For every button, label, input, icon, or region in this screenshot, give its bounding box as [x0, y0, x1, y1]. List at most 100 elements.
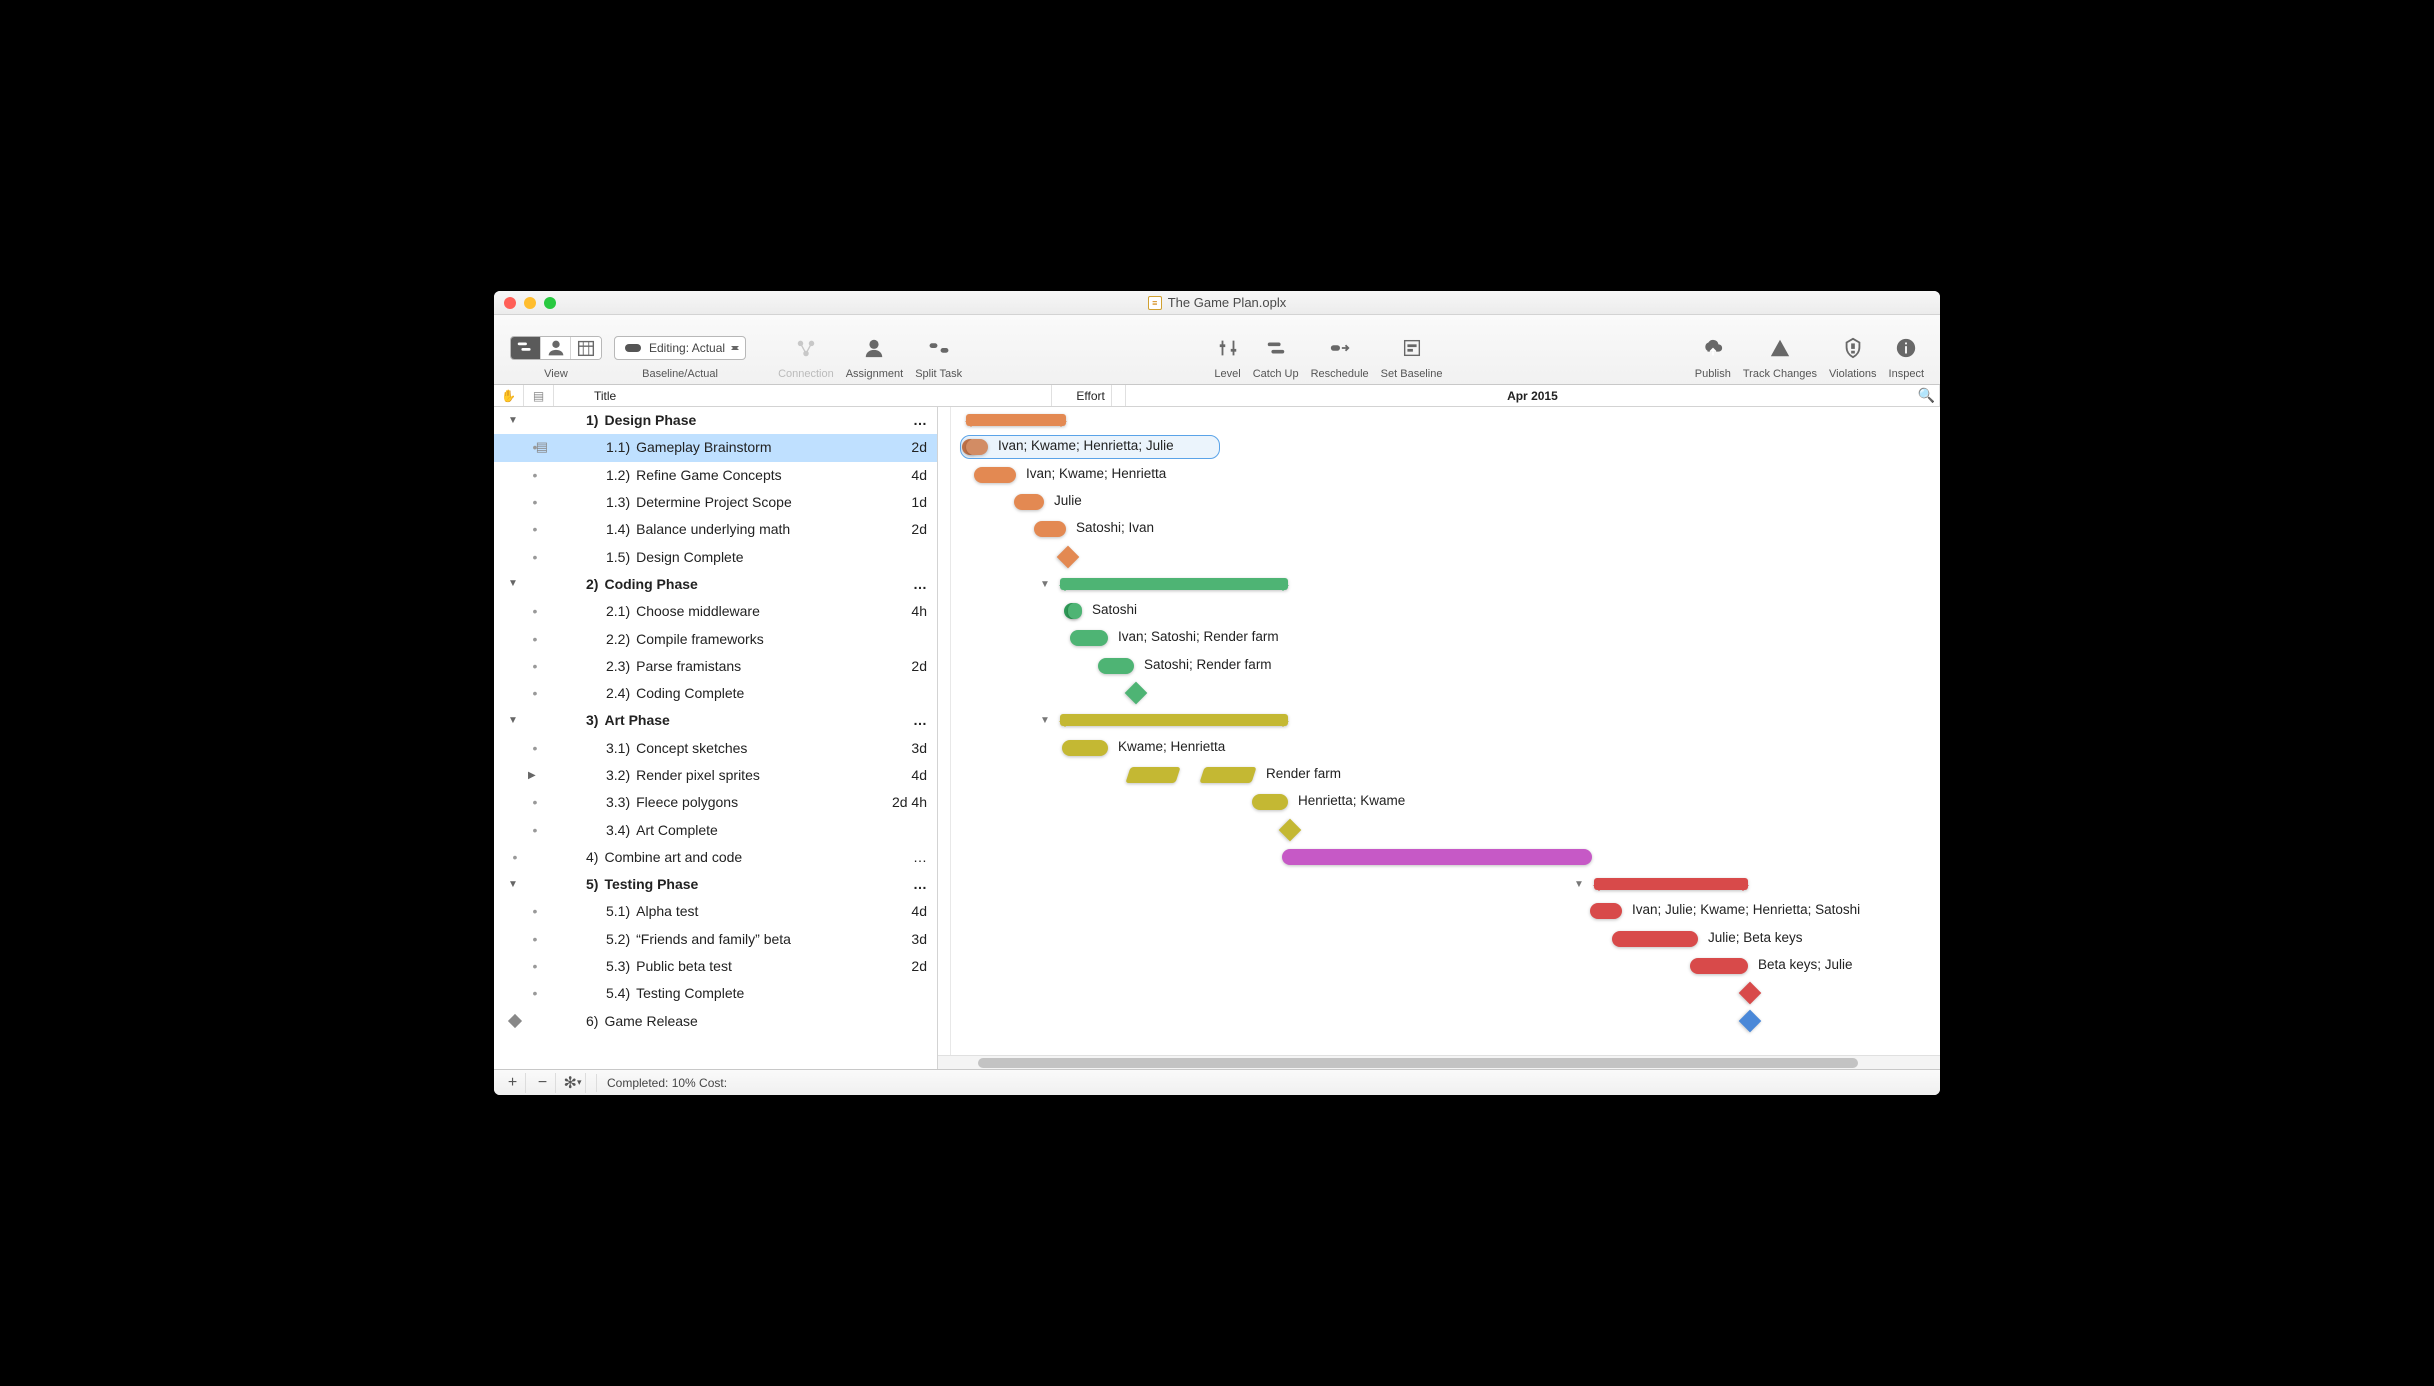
- task-bar[interactable]: [1282, 849, 1592, 865]
- action-menu-button[interactable]: ✻▾: [560, 1073, 586, 1093]
- assignment-icon[interactable]: [861, 335, 887, 361]
- row-effort[interactable]: 2d: [869, 521, 929, 537]
- outline-row[interactable]: •1.2)Refine Game Concepts4d: [494, 462, 937, 489]
- outline-row[interactable]: •5.1)Alpha test4d: [494, 898, 937, 925]
- effort-column-header[interactable]: Effort: [1052, 385, 1112, 406]
- row-effort[interactable]: 2d: [869, 958, 929, 974]
- outline-row[interactable]: •2.3)Parse framistans2d: [494, 653, 937, 680]
- group-disclosure-icon[interactable]: ▼: [1040, 579, 1050, 590]
- outline-row[interactable]: •5.3)Public beta test2d: [494, 953, 937, 980]
- gantt-scrollbar[interactable]: [938, 1055, 1940, 1069]
- row-effort[interactable]: 4d: [869, 467, 929, 483]
- row-effort[interactable]: 4d: [869, 903, 929, 919]
- row-effort[interactable]: …: [869, 849, 929, 865]
- group-disclosure-icon[interactable]: ▼: [1574, 879, 1584, 890]
- outline-row[interactable]: •4)Combine art and code…: [494, 844, 937, 871]
- group-bar[interactable]: [1060, 714, 1288, 726]
- row-title[interactable]: 5)Testing Phase: [554, 876, 869, 892]
- outline-row[interactable]: ▤•1.1)Gameplay Brainstorm2d: [494, 434, 937, 461]
- add-button[interactable]: +: [500, 1073, 526, 1093]
- disclosure-down-icon[interactable]: ▼: [508, 415, 518, 426]
- row-effort[interactable]: 3d: [869, 931, 929, 947]
- trackchanges-icon[interactable]: [1767, 335, 1793, 361]
- remove-button[interactable]: −: [530, 1073, 556, 1093]
- row-title[interactable]: 2.2)Compile frameworks: [554, 631, 869, 647]
- split-icon[interactable]: [926, 335, 952, 361]
- view-segmented[interactable]: [510, 336, 602, 360]
- milestone-diamond[interactable]: [1125, 682, 1148, 705]
- milestone-diamond[interactable]: [1057, 545, 1080, 568]
- row-title[interactable]: 4)Combine art and code: [554, 849, 869, 865]
- catchup-icon[interactable]: [1263, 335, 1289, 361]
- outline-row[interactable]: •2.4)Coding Complete: [494, 680, 937, 707]
- reschedule-icon[interactable]: [1327, 335, 1353, 361]
- setbaseline-icon[interactable]: [1399, 335, 1425, 361]
- row-effort[interactable]: …: [869, 412, 929, 428]
- row-effort[interactable]: …: [869, 712, 929, 728]
- outline-row[interactable]: •3.4)Art Complete: [494, 816, 937, 843]
- magnify-icon[interactable]: 🔍: [1918, 387, 1935, 404]
- row-title[interactable]: 3)Art Phase: [554, 712, 869, 728]
- task-bar[interactable]: [1014, 494, 1044, 510]
- group-bar[interactable]: [1594, 878, 1748, 890]
- row-effort[interactable]: …: [869, 576, 929, 592]
- outline-row[interactable]: ▼ 3)Art Phase…: [494, 707, 937, 734]
- outline-row[interactable]: ▼ 1)Design Phase…: [494, 407, 937, 434]
- row-effort[interactable]: 2d: [869, 658, 929, 674]
- row-title[interactable]: 5.2)“Friends and family” beta: [554, 931, 869, 947]
- outline-row[interactable]: •2.2)Compile frameworks: [494, 625, 937, 652]
- outline-row[interactable]: ▶ 3.2)Render pixel sprites4d: [494, 762, 937, 789]
- disclosure-right-icon[interactable]: ▶: [528, 770, 536, 781]
- milestone-diamond[interactable]: [1739, 1009, 1762, 1032]
- row-effort[interactable]: 3d: [869, 740, 929, 756]
- row-effort[interactable]: 2d 4h: [869, 794, 929, 810]
- task-bar[interactable]: [974, 467, 1016, 483]
- row-title[interactable]: 5.3)Public beta test: [554, 958, 869, 974]
- task-bar[interactable]: [1068, 603, 1082, 619]
- row-title[interactable]: 6)Game Release: [554, 1013, 869, 1029]
- row-title[interactable]: 2.3)Parse framistans: [554, 658, 869, 674]
- task-bar[interactable]: [1098, 658, 1134, 674]
- timeline-header[interactable]: Apr 2015 🔍: [1126, 385, 1940, 406]
- row-title[interactable]: 1.3)Determine Project Scope: [554, 494, 869, 510]
- disclosure-down-icon[interactable]: ▼: [508, 715, 518, 726]
- baseline-dropdown[interactable]: Editing: Actual: [614, 336, 746, 360]
- row-title[interactable]: 3.2)Render pixel sprites: [554, 767, 869, 783]
- row-title[interactable]: 1.2)Refine Game Concepts: [554, 467, 869, 483]
- outline-row[interactable]: •1.4)Balance underlying math2d: [494, 516, 937, 543]
- milestone-diamond[interactable]: [1739, 982, 1762, 1005]
- row-title[interactable]: 2)Coding Phase: [554, 576, 869, 592]
- outline-row[interactable]: •3.3)Fleece polygons2d 4h: [494, 789, 937, 816]
- outline-row[interactable]: •1.3)Determine Project Scope1d: [494, 489, 937, 516]
- gantt-pane[interactable]: Ivan; Kwame; Henrietta; JulieIvan; Kwame…: [938, 407, 1940, 1069]
- task-bar[interactable]: [1252, 794, 1288, 810]
- row-effort[interactable]: 4h: [869, 603, 929, 619]
- scrollbar-thumb[interactable]: [978, 1058, 1858, 1068]
- task-bar[interactable]: [1062, 740, 1108, 756]
- row-title[interactable]: 1.1)Gameplay Brainstorm: [554, 439, 869, 455]
- group-disclosure-icon[interactable]: ▼: [1040, 715, 1050, 726]
- view-resource-button[interactable]: [541, 337, 571, 359]
- task-bar[interactable]: [1034, 521, 1066, 537]
- row-title[interactable]: 3.3)Fleece polygons: [554, 794, 869, 810]
- outline-row[interactable]: •5.2)“Friends and family” beta3d: [494, 926, 937, 953]
- view-gantt-button[interactable]: [511, 337, 541, 359]
- view-calendar-button[interactable]: [571, 337, 601, 359]
- task-bar[interactable]: [1690, 958, 1748, 974]
- row-title[interactable]: 3.4)Art Complete: [554, 822, 869, 838]
- disclosure-down-icon[interactable]: ▼: [508, 578, 518, 589]
- row-effort[interactable]: 4d: [869, 767, 929, 783]
- outline-row[interactable]: •3.1)Concept sketches3d: [494, 735, 937, 762]
- row-title[interactable]: 5.4)Testing Complete: [554, 985, 869, 1001]
- task-bar-split[interactable]: [1125, 767, 1180, 783]
- row-title[interactable]: 1)Design Phase: [554, 412, 869, 428]
- row-effort[interactable]: …: [869, 876, 929, 892]
- row-title[interactable]: 2.4)Coding Complete: [554, 685, 869, 701]
- task-bar-split[interactable]: [1199, 767, 1256, 783]
- task-bar[interactable]: [1590, 903, 1622, 919]
- publish-icon[interactable]: [1700, 335, 1726, 361]
- row-title[interactable]: 3.1)Concept sketches: [554, 740, 869, 756]
- row-effort[interactable]: 2d: [869, 439, 929, 455]
- outline-row[interactable]: •5.4)Testing Complete: [494, 980, 937, 1007]
- outline-row[interactable]: ▼5)Testing Phase…: [494, 871, 937, 898]
